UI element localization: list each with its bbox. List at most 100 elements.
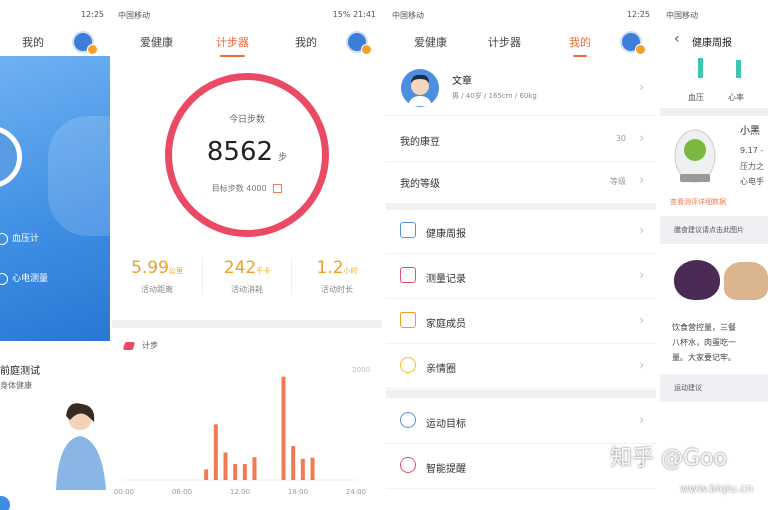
x-tick-label: 06:00: [172, 488, 192, 496]
diet-text-2: 八杯水，肉蛋吃一: [672, 338, 736, 347]
tab-bar: 爱健康 计步器 我的: [112, 28, 382, 57]
row-label: 我的康豆: [400, 137, 440, 148]
watermark-site: www.biqiu.cn: [680, 482, 754, 495]
avatar-badge: [361, 44, 372, 55]
diet-section-header: 膳食建议请点击此图片: [660, 216, 768, 244]
x-tick-label: 12:00: [230, 488, 250, 496]
avatar[interactable]: [620, 31, 646, 55]
metric-value: 5.99: [131, 258, 169, 278]
status-carrier: 中国移动: [666, 11, 698, 20]
status-time: 12:25: [626, 10, 650, 19]
tab-mine[interactable]: 我的: [22, 34, 44, 50]
reminder-icon: [400, 457, 416, 473]
tab-mine[interactable]: 我的: [569, 34, 591, 57]
tab-pedometer[interactable]: 计步器: [216, 34, 249, 57]
metric-distance: 5.99公里 活动距离: [112, 258, 202, 295]
metric-label: 活动消耗: [231, 285, 263, 294]
tab-health[interactable]: 爱健康: [414, 34, 447, 50]
device-image: [674, 129, 716, 183]
avatar[interactable]: [346, 31, 372, 55]
chart-bar: [252, 457, 257, 480]
check-icon: [0, 272, 8, 285]
ecg-label: 心电测量: [12, 274, 49, 284]
today-steps-label: 今日步数: [228, 115, 265, 125]
chart-bar: [223, 452, 228, 480]
avatar-badge: [87, 44, 98, 55]
menu-goal[interactable]: 运动目标 ›: [386, 400, 656, 444]
menu-family[interactable]: 家庭成员 ›: [386, 300, 656, 344]
status-bar: 12:25: [0, 0, 110, 28]
product-line-1: 9.17 -: [740, 146, 764, 155]
menu-label: 智能提醒: [426, 464, 466, 475]
profile-avatar: [401, 69, 439, 107]
tab-pedometer[interactable]: 计步器: [488, 34, 521, 50]
profile-row[interactable]: 文章 男 / 40岁 / 165cm / 60kg ›: [386, 60, 656, 116]
woman-illustration: [56, 403, 106, 490]
chevron-right-icon: ›: [639, 268, 644, 282]
report-header: ‹ 健康周报: [660, 28, 768, 56]
menu-records[interactable]: 测量记录 ›: [386, 255, 656, 299]
ecg-item[interactable]: 心电测量: [0, 271, 48, 285]
blood-pressure-label: 血压计: [12, 234, 40, 244]
fish-shape: [724, 262, 768, 300]
metric-label: 活动时长: [321, 285, 353, 294]
metric-unit: 千卡: [256, 267, 271, 275]
battery-label: 15%: [332, 10, 351, 19]
metric-unit: 小时: [343, 267, 358, 275]
hero-circle: [0, 126, 22, 188]
avatar[interactable]: [72, 31, 98, 55]
steps-bar-chart: 2000 00:00 06:00 12:00 18:00 24:00: [114, 366, 370, 496]
bp-label: 血压: [688, 93, 704, 102]
product-line-3: 心电手: [740, 177, 764, 186]
row-label: 我的等级: [400, 179, 440, 190]
steps-unit: 步: [278, 153, 288, 163]
panel-weekly-report: 中国移动 ‹ 健康周报 血压 心率 小黑 9.17 - 压力之 心电手 查看测评…: [660, 0, 768, 510]
panel-pedometer: 中国移动 15% 21:41 爱健康 计步器 我的 今日步数 8562 步 目标…: [112, 0, 382, 510]
menu-label: 测量记录: [426, 274, 466, 285]
record-icon: [400, 267, 416, 283]
chevron-right-icon: ›: [639, 413, 644, 427]
blood-pressure-item[interactable]: 血压计: [0, 231, 39, 245]
detail-link[interactable]: 查看测评详细数据: [670, 197, 726, 207]
exercise-section-header: 运动建议: [660, 374, 768, 402]
status-time: 12:25: [80, 10, 104, 19]
status-bar: 中国移动 15% 21:41: [112, 0, 382, 28]
target-icon: [400, 412, 416, 428]
hr-bar: [736, 60, 741, 78]
diet-image[interactable]: [674, 254, 768, 308]
edit-icon[interactable]: [273, 184, 283, 193]
status-bar: 中国移动 12:25: [386, 0, 656, 28]
test-card-subtitle: 身体健康: [0, 381, 32, 390]
hero-banner[interactable]: 血压计 心电测量: [0, 56, 110, 341]
row-beans[interactable]: 我的康豆 30 ›: [386, 118, 656, 162]
metric-unit: 公里: [168, 267, 183, 275]
eggplant-shape: [674, 260, 720, 300]
section-divider: [386, 203, 656, 210]
chart-bar: [233, 464, 238, 480]
chart-bar: [213, 424, 218, 480]
chart-bar: [204, 469, 209, 480]
steps-value: 8562: [206, 137, 274, 167]
back-arrow-icon[interactable]: ‹: [674, 31, 680, 47]
tab-health[interactable]: 爱健康: [140, 34, 173, 50]
menu-health-report[interactable]: 健康周报 ›: [386, 210, 656, 254]
test-card-title: 前庭测试: [0, 366, 40, 377]
tab-bar: 我的: [0, 28, 110, 56]
family-icon: [400, 312, 416, 328]
chart-bar: [242, 464, 247, 480]
tab-mine[interactable]: 我的: [295, 34, 317, 50]
row-level[interactable]: 我的等级 等级 ›: [386, 160, 656, 204]
chart-bar: [291, 446, 296, 480]
chart-header: 计步: [122, 340, 158, 351]
x-tick-label: 24:00: [346, 488, 366, 496]
menu-circle[interactable]: 亲情圈 ›: [386, 345, 656, 389]
avatar-badge: [635, 44, 646, 55]
section-divider: [660, 108, 768, 116]
chart-bar: [310, 457, 315, 480]
product-line-2: 压力之: [740, 162, 764, 171]
goal-steps[interactable]: 目标步数 4000: [112, 183, 382, 194]
diet-text-1: 饮食营控量，三餐: [672, 323, 736, 332]
tab-bar: 爱健康 计步器 我的: [386, 28, 656, 57]
metric-calories: 242千卡 活动消耗: [202, 258, 292, 295]
test-card[interactable]: 前庭测试 身体健康: [0, 350, 110, 490]
